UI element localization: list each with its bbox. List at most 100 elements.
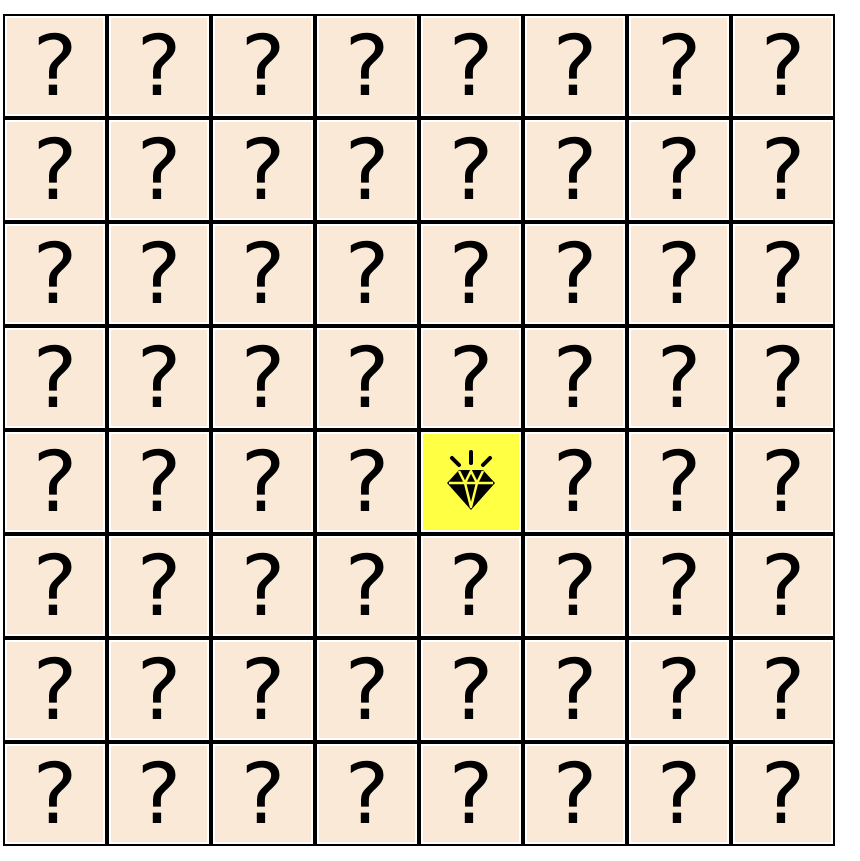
hidden-tile[interactable]: ? [211,430,315,534]
question-mark-icon: ? [136,121,182,219]
question-mark-icon: ? [344,121,390,219]
hidden-tile[interactable]: ? [523,430,627,534]
hidden-tile[interactable]: ? [523,534,627,638]
diamond-icon [447,450,495,510]
hidden-tile[interactable]: ? [3,118,107,222]
hidden-tile[interactable]: ? [211,14,315,118]
hidden-tile[interactable]: ? [419,118,523,222]
hidden-tile[interactable]: ? [523,118,627,222]
hidden-tile[interactable]: ? [107,430,211,534]
hidden-tile[interactable]: ? [627,326,731,430]
hidden-tile[interactable]: ? [211,534,315,638]
question-mark-icon: ? [344,17,390,115]
hidden-tile[interactable]: ? [3,534,107,638]
question-mark-icon: ? [552,329,598,427]
revealed-tile[interactable] [419,430,523,534]
hidden-tile[interactable]: ? [211,118,315,222]
hidden-tile[interactable]: ? [523,638,627,742]
hidden-tile[interactable]: ? [211,222,315,326]
hidden-tile[interactable]: ? [211,326,315,430]
hidden-tile[interactable]: ? [523,14,627,118]
hidden-tile[interactable]: ? [419,742,523,846]
hidden-tile[interactable]: ? [731,14,835,118]
question-mark-icon: ? [448,537,494,635]
hidden-tile[interactable]: ? [731,534,835,638]
hidden-tile[interactable]: ? [731,638,835,742]
hidden-tile[interactable]: ? [627,14,731,118]
hidden-tile[interactable]: ? [627,118,731,222]
hidden-tile[interactable]: ? [107,14,211,118]
hidden-tile[interactable]: ? [523,742,627,846]
question-mark-icon: ? [136,537,182,635]
hidden-tile[interactable]: ? [3,430,107,534]
question-mark-icon: ? [448,329,494,427]
hidden-tile[interactable]: ? [627,534,731,638]
hidden-tile[interactable]: ? [3,742,107,846]
hidden-tile[interactable]: ? [107,742,211,846]
hidden-tile[interactable]: ? [731,430,835,534]
question-mark-icon: ? [448,225,494,323]
hidden-tile[interactable]: ? [523,222,627,326]
question-mark-icon: ? [240,225,286,323]
hidden-tile[interactable]: ? [107,534,211,638]
hidden-tile[interactable]: ? [107,118,211,222]
hidden-tile[interactable]: ? [419,222,523,326]
question-mark-icon: ? [136,329,182,427]
question-mark-icon: ? [32,329,78,427]
question-mark-icon: ? [760,121,806,219]
question-mark-icon: ? [760,225,806,323]
question-mark-icon: ? [656,745,702,843]
hidden-tile[interactable]: ? [315,638,419,742]
hidden-tile[interactable]: ? [731,326,835,430]
question-mark-icon: ? [240,329,286,427]
hidden-tile[interactable]: ? [731,222,835,326]
question-mark-icon: ? [240,641,286,739]
hidden-tile[interactable]: ? [107,638,211,742]
hidden-tile[interactable]: ? [3,222,107,326]
question-mark-icon: ? [240,121,286,219]
question-mark-icon: ? [552,17,598,115]
question-mark-icon: ? [136,225,182,323]
question-mark-icon: ? [656,225,702,323]
hidden-tile[interactable]: ? [419,534,523,638]
question-mark-icon: ? [32,745,78,843]
hidden-tile[interactable]: ? [107,222,211,326]
hidden-tile[interactable]: ? [211,742,315,846]
hidden-tile[interactable]: ? [627,222,731,326]
hidden-tile[interactable]: ? [523,326,627,430]
hidden-tile[interactable]: ? [3,326,107,430]
hidden-tile[interactable]: ? [731,742,835,846]
hidden-tile[interactable]: ? [3,14,107,118]
question-mark-icon: ? [656,537,702,635]
hidden-tile[interactable]: ? [315,14,419,118]
hidden-tile[interactable]: ? [211,638,315,742]
hidden-tile[interactable]: ? [419,14,523,118]
hidden-tile[interactable]: ? [419,638,523,742]
question-mark-icon: ? [32,17,78,115]
hidden-tile[interactable]: ? [315,742,419,846]
hidden-tile[interactable]: ? [627,430,731,534]
question-mark-icon: ? [760,433,806,531]
question-mark-icon: ? [448,17,494,115]
hidden-tile[interactable]: ? [315,430,419,534]
hidden-tile[interactable]: ? [315,222,419,326]
question-mark-icon: ? [760,17,806,115]
question-mark-icon: ? [32,225,78,323]
hidden-tile[interactable]: ? [107,326,211,430]
hidden-tile[interactable]: ? [627,638,731,742]
hidden-tile[interactable]: ? [627,742,731,846]
hidden-tile[interactable]: ? [315,118,419,222]
question-mark-icon: ? [448,745,494,843]
question-mark-icon: ? [760,329,806,427]
hidden-tile[interactable]: ? [315,534,419,638]
hidden-tile[interactable]: ? [419,326,523,430]
hidden-tile[interactable]: ? [315,326,419,430]
hidden-tile[interactable]: ? [731,118,835,222]
question-mark-icon: ? [552,433,598,531]
question-mark-icon: ? [760,641,806,739]
hidden-tile[interactable]: ? [3,638,107,742]
question-mark-icon: ? [344,537,390,635]
question-mark-icon: ? [32,537,78,635]
question-mark-icon: ? [656,121,702,219]
question-mark-icon: ? [760,537,806,635]
